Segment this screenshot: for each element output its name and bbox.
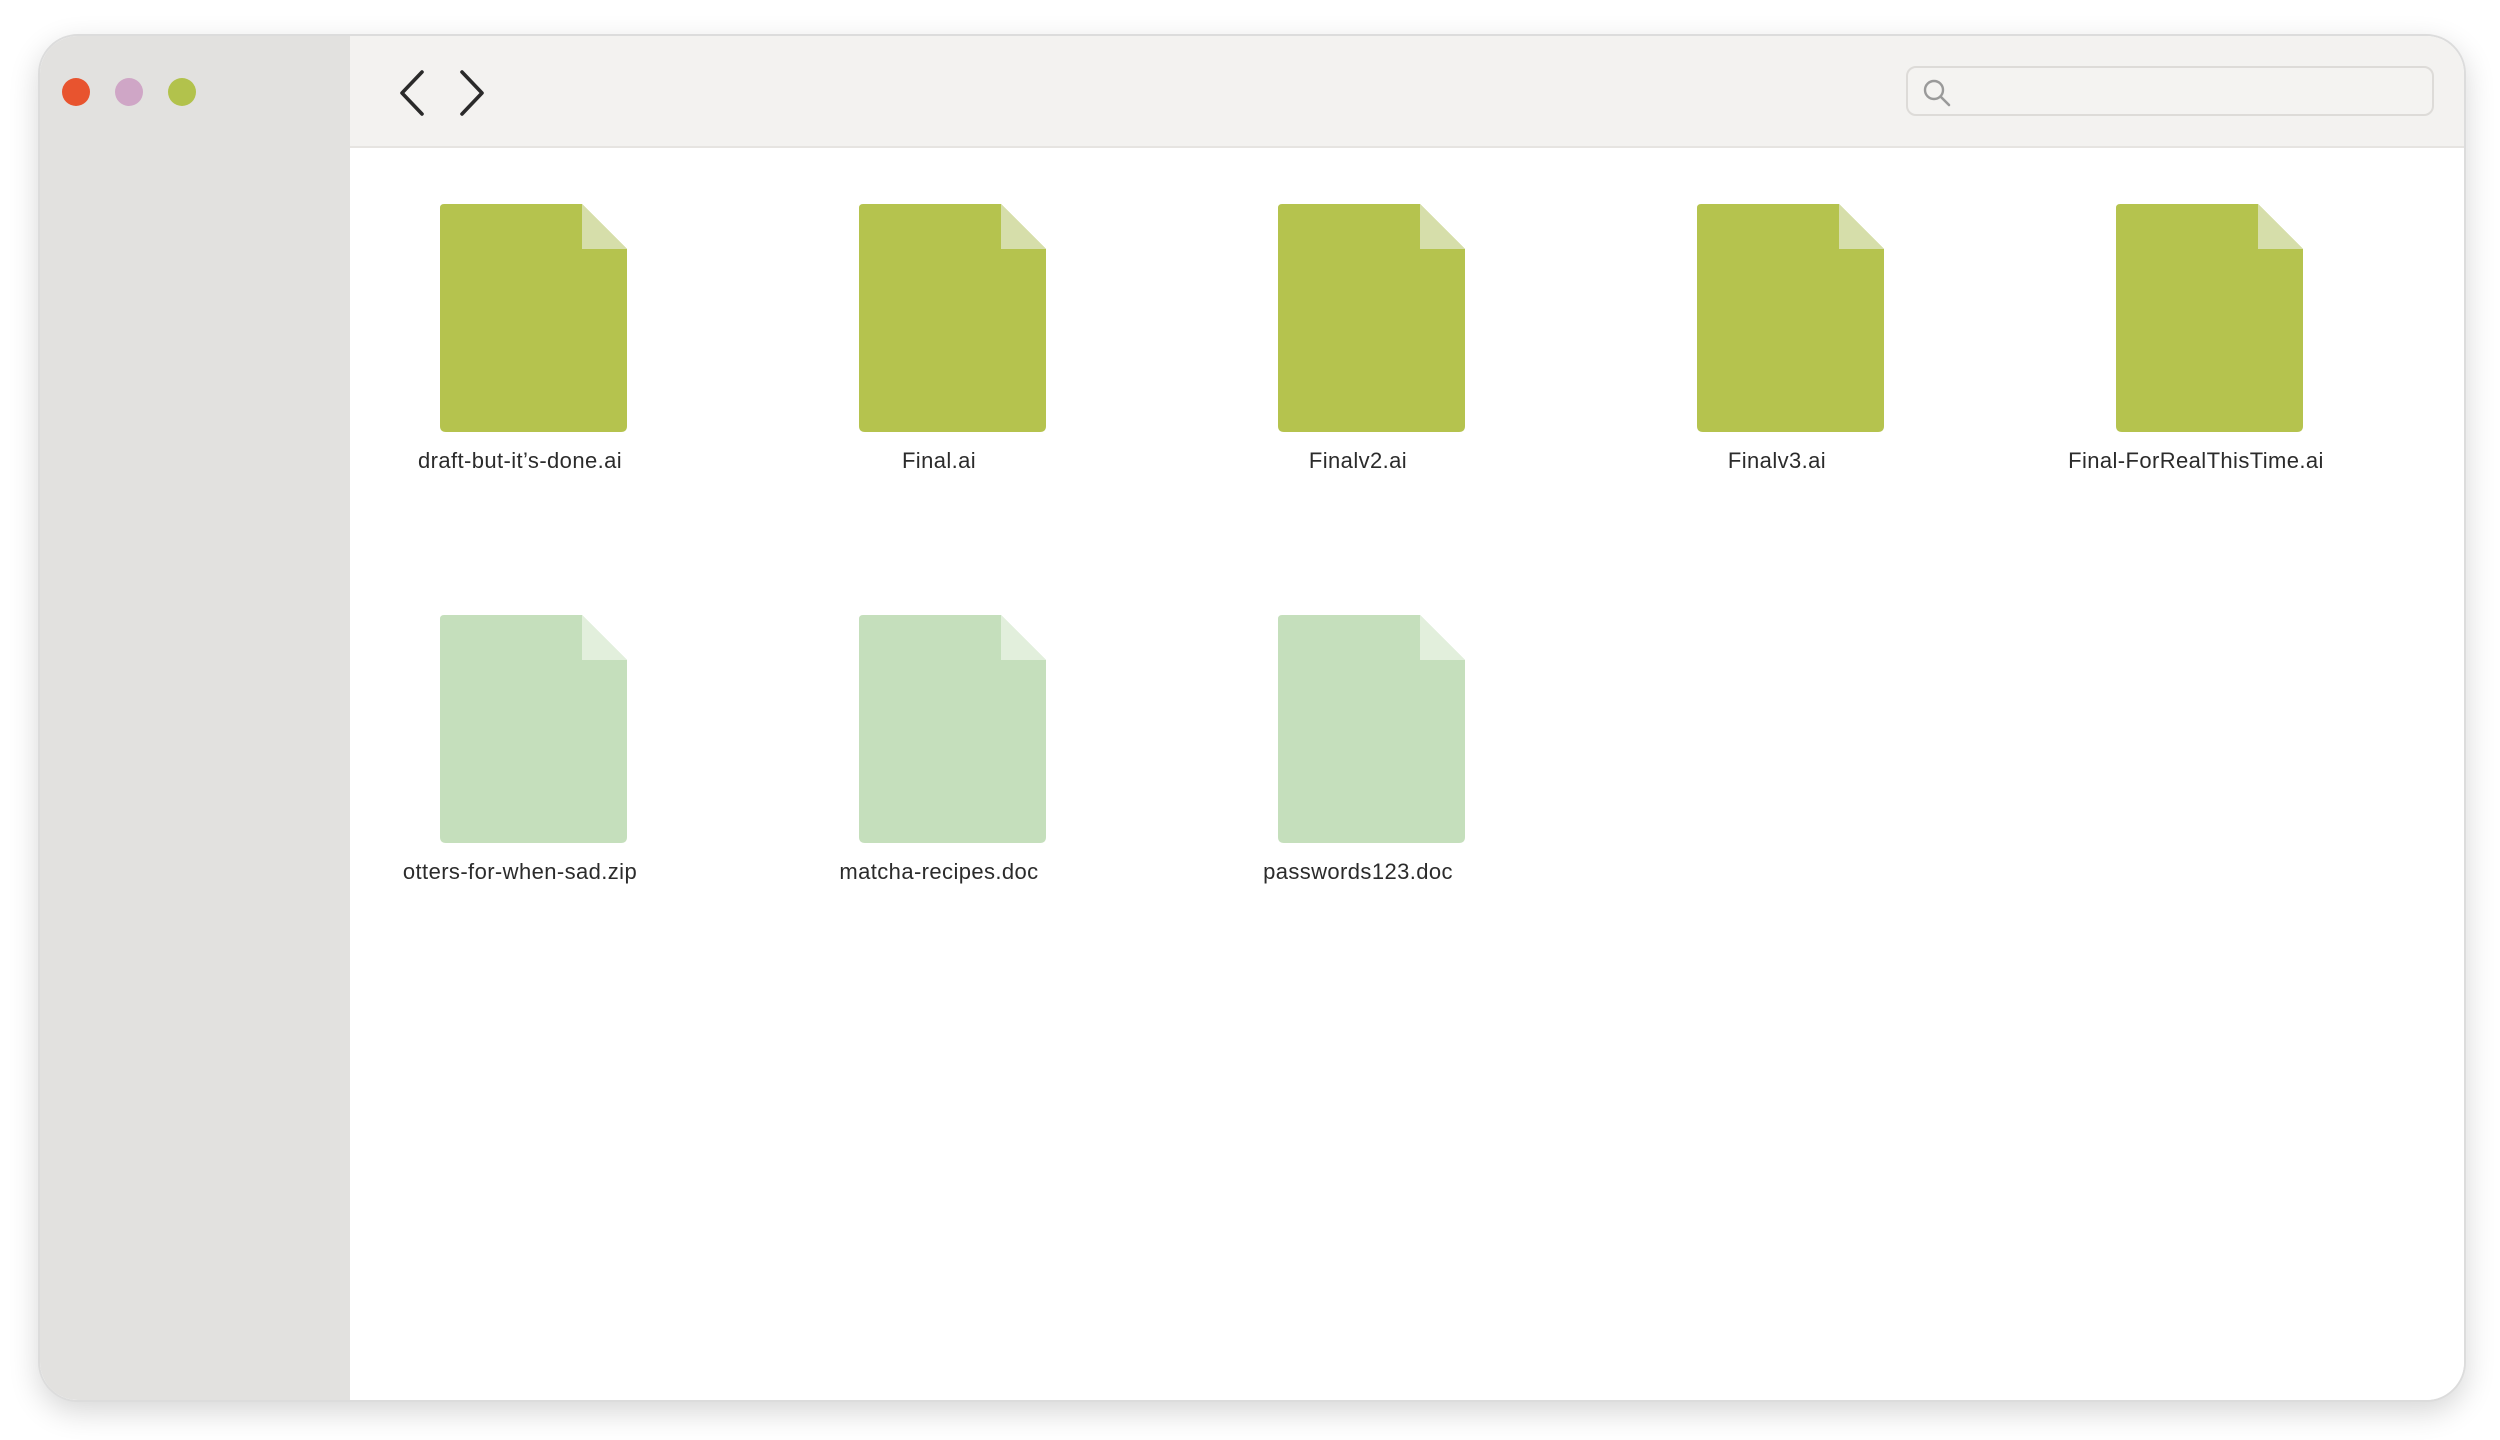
file-item-ai[interactable]: Final.ai [769,204,1069,504]
file-item-doc[interactable]: passwords123.doc [1188,615,1488,915]
file-name: Final-ForRealThisTime.ai [2068,448,2324,473]
file-name: passwords123.doc [1263,859,1453,884]
window-controls [62,78,196,106]
file-grid: draft-but-it’s-done.ai Final.ai Finalv2.ai… [350,148,2464,1400]
zoom-button[interactable] [168,78,196,106]
file-name: draft-but-it’s-done.ai [417,448,623,473]
search-icon [1923,79,1951,107]
forward-button[interactable] [448,68,494,118]
search-bar[interactable] [1906,66,2434,116]
file-icon [440,204,627,432]
file-name: Finalv2.ai [1308,448,1408,473]
minimize-button[interactable] [115,78,143,106]
file-browser-window: draft-but-it’s-done.ai Final.ai Finalv2.ai… [38,34,2466,1402]
file-icon [859,204,1046,432]
file-icon [440,615,627,843]
file-item-doc[interactable]: otters-for-when-sad.zip [350,615,650,915]
file-icon [1697,204,1884,432]
back-button[interactable] [390,68,436,118]
file-icon [859,615,1046,843]
file-icon [1278,615,1465,843]
search-input[interactable] [1962,72,2416,112]
file-item-ai[interactable]: Finalv2.ai [1188,204,1488,504]
file-item-doc[interactable]: matcha-recipes.doc [769,615,1069,915]
chevron-right-icon [460,70,484,116]
chevron-left-icon [400,70,424,116]
file-name: matcha-recipes.doc [839,859,1039,884]
file-name: Finalv3.ai [1727,448,1827,473]
file-icon [1278,204,1465,432]
file-item-ai[interactable]: Final-ForRealThisTime.ai [2026,204,2326,504]
file-name: Final.ai [901,448,977,473]
close-button[interactable] [62,78,90,106]
toolbar [350,36,2464,148]
sidebar [40,36,350,1400]
file-item-ai[interactable]: draft-but-it’s-done.ai [350,204,650,504]
file-name: otters-for-when-sad.zip [402,859,638,884]
file-icon [2116,204,2303,432]
file-item-ai[interactable]: Finalv3.ai [1607,204,1907,504]
